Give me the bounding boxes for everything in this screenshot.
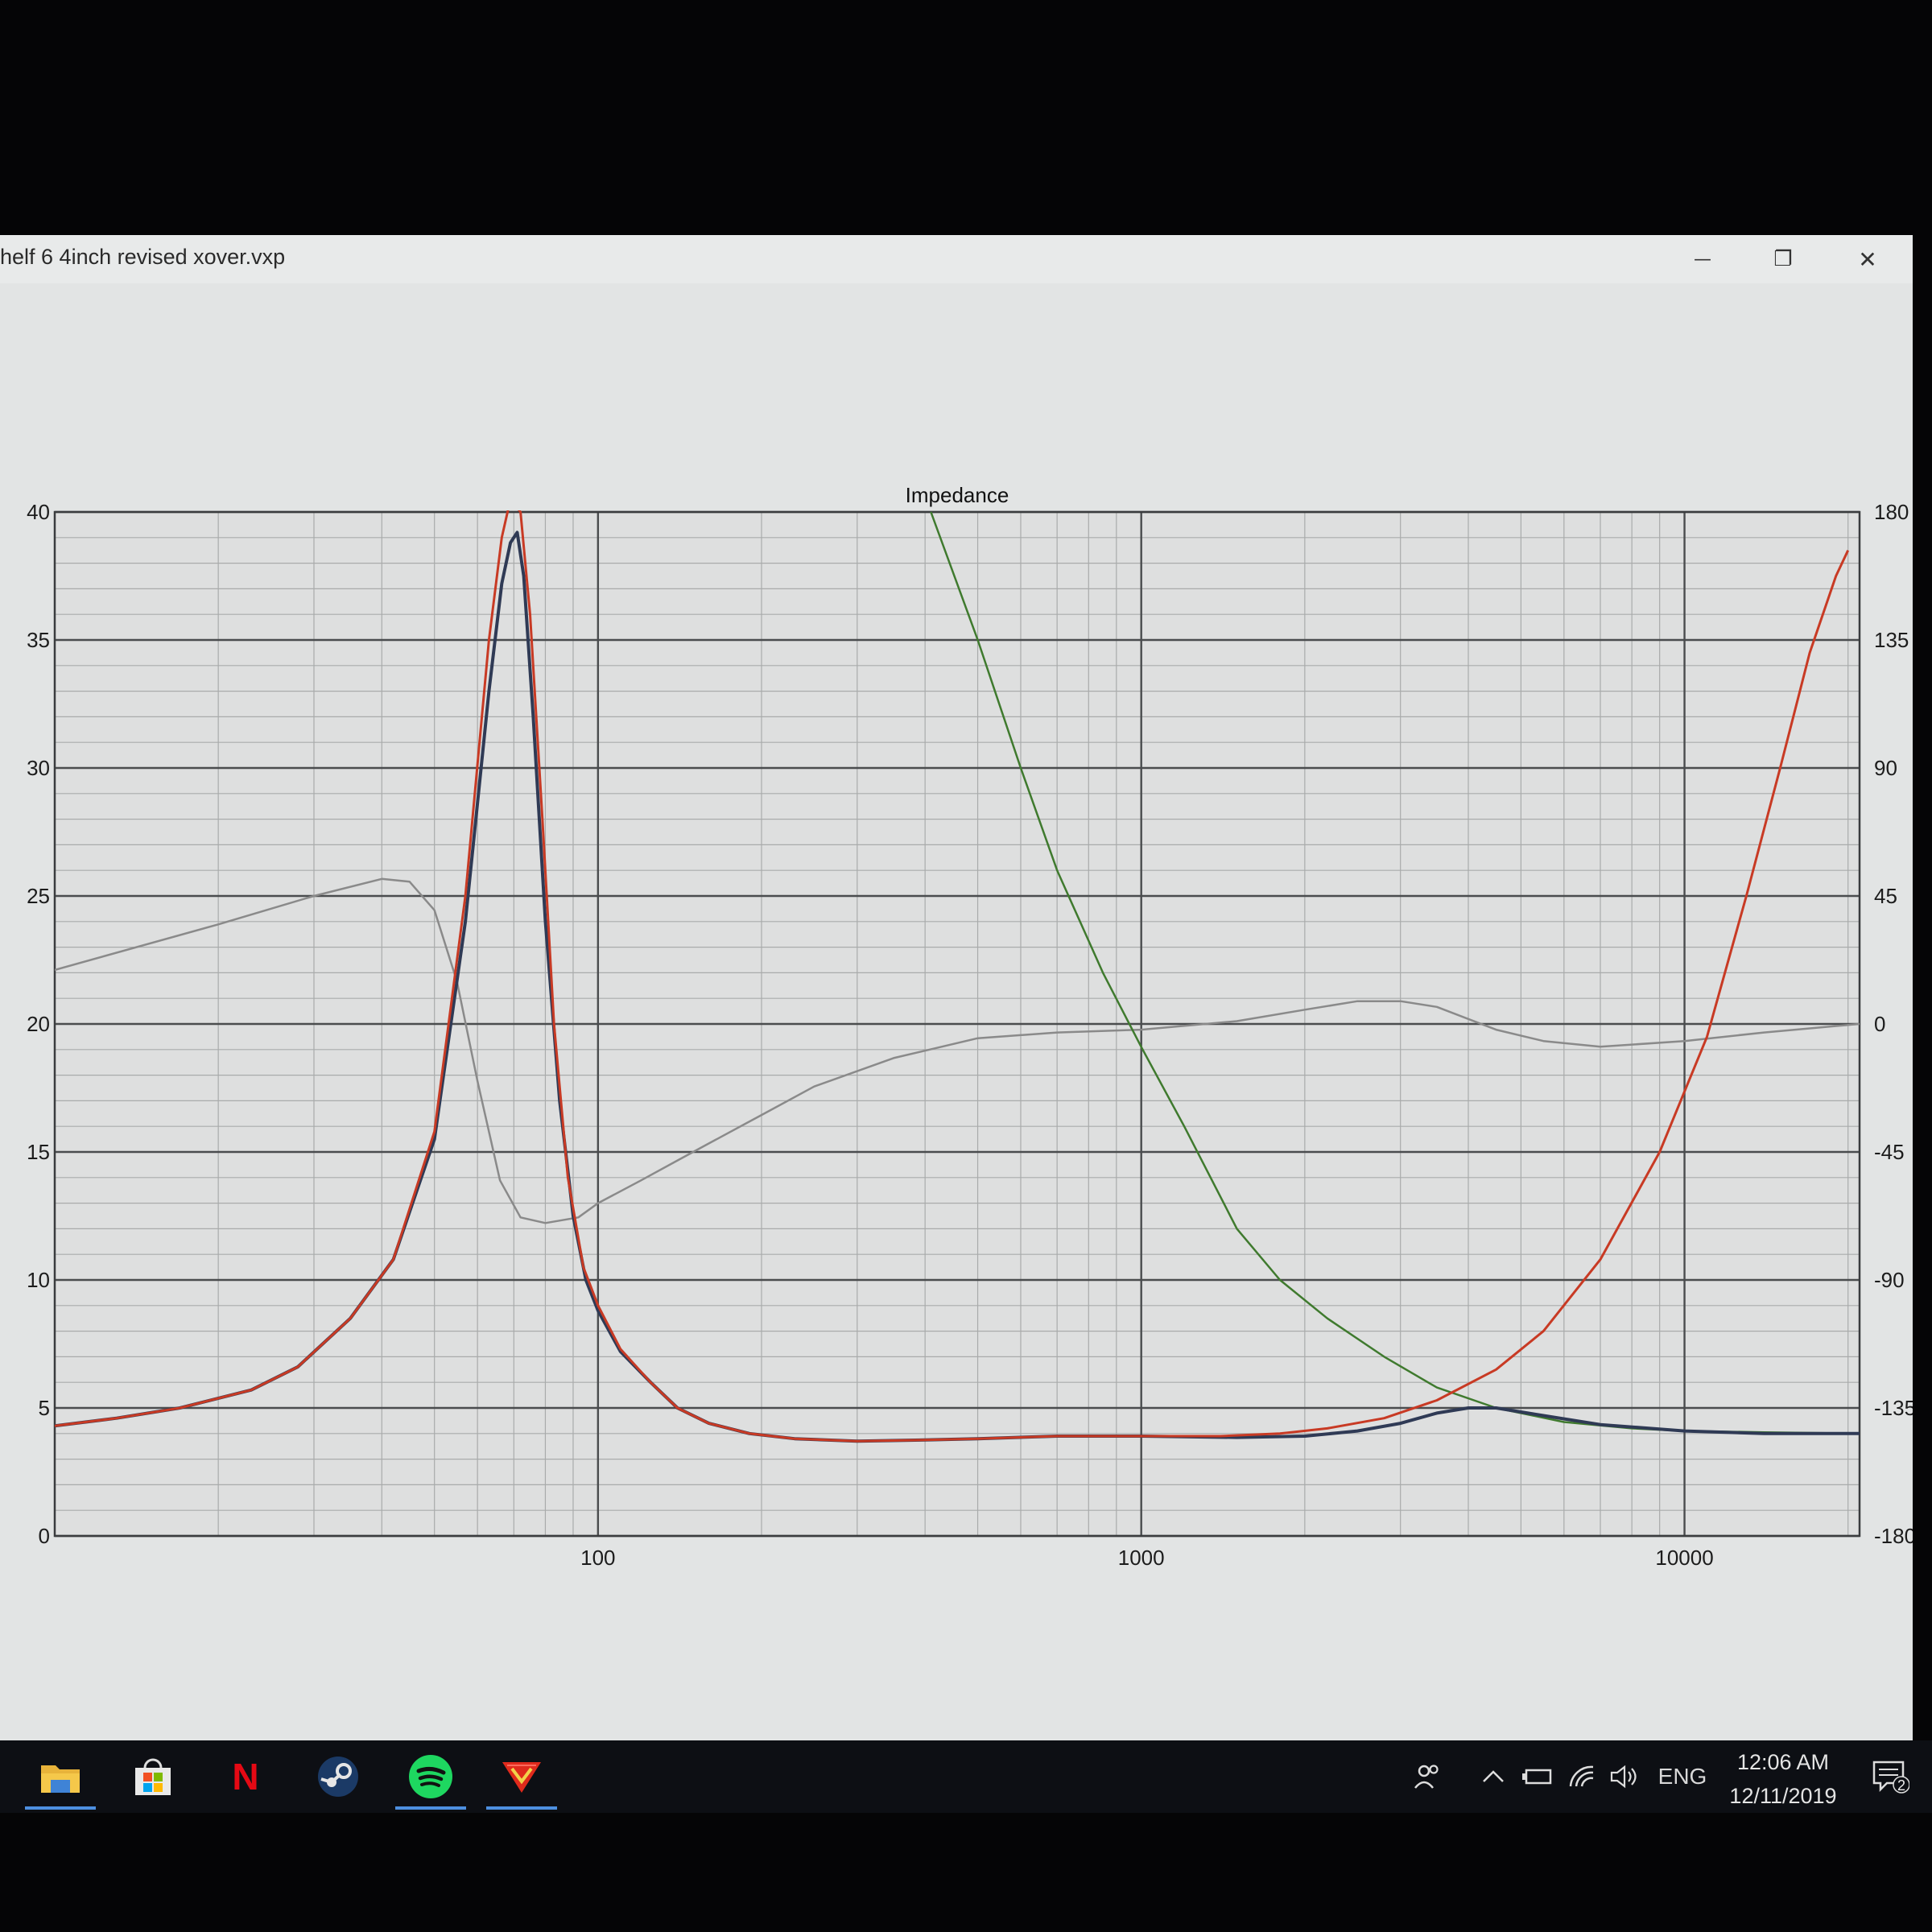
y-tick-label-right: 90 bbox=[1874, 756, 1897, 780]
taskbar: N ENG 12:06 AM 12/11/2019 2 bbox=[0, 1740, 1932, 1813]
netflix-icon: N bbox=[232, 1756, 259, 1798]
taskbar-spotify[interactable] bbox=[390, 1740, 471, 1813]
people-icon bbox=[1414, 1765, 1439, 1789]
battery-icon bbox=[1522, 1769, 1552, 1785]
x-tick-label: 10000 bbox=[1655, 1546, 1713, 1570]
impedance-chart: 0 5 10 15 20 25 30 35 40 -180 -135 -90 -45 0 45 90 135 18… bbox=[27, 483, 1913, 1570]
active-indicator bbox=[486, 1806, 557, 1810]
show-hidden-icons-button[interactable] bbox=[1473, 1740, 1513, 1813]
y-tick-label-right: 45 bbox=[1874, 884, 1897, 908]
taskbar-steam[interactable] bbox=[298, 1740, 378, 1813]
notification-count: 2 bbox=[1897, 1777, 1905, 1794]
clock[interactable]: 12:06 AM 12/11/2019 bbox=[1715, 1745, 1852, 1813]
y-tick-label-left: 20 bbox=[27, 1012, 50, 1036]
vituixcad-icon bbox=[502, 1762, 541, 1793]
folder-icon bbox=[41, 1765, 80, 1793]
active-indicator bbox=[25, 1806, 96, 1810]
y-tick-label-right: -90 bbox=[1874, 1268, 1905, 1292]
y-tick-label-left: 30 bbox=[27, 756, 50, 780]
taskbar-file-explorer[interactable] bbox=[20, 1740, 101, 1813]
clock-time: 12:06 AM bbox=[1736, 1750, 1830, 1774]
y-tick-label-right: 180 bbox=[1874, 500, 1909, 524]
y-tick-label-right: 135 bbox=[1874, 628, 1909, 652]
y-tick-label-left: 15 bbox=[27, 1140, 50, 1164]
app-window: helf 6 4inch revised xover.vxp — ❐ ✕ 051… bbox=[0, 235, 1913, 1740]
y-tick-label-left: 0 bbox=[39, 1524, 50, 1548]
y-tick-label-left: 25 bbox=[27, 884, 50, 908]
y-tick-label-right: 0 bbox=[1874, 1012, 1885, 1036]
y-tick-label-left: 40 bbox=[27, 500, 50, 524]
plot-area: 0 5 10 15 20 25 30 35 40 -180 -135 -90 -45 0 45 90 135 18… bbox=[27, 500, 1913, 1570]
y-tick-label-right: -45 bbox=[1874, 1140, 1905, 1164]
network-button[interactable] bbox=[1562, 1740, 1602, 1813]
x-tick-label: 1000 bbox=[1118, 1546, 1165, 1570]
taskbar-netflix[interactable]: N bbox=[205, 1740, 286, 1813]
y-tick-label-right: -180 bbox=[1874, 1524, 1913, 1548]
spotify-icon bbox=[409, 1755, 452, 1798]
clock-date: 12/11/2019 bbox=[1729, 1784, 1837, 1808]
chevron-up-icon bbox=[1483, 1770, 1504, 1782]
speaker-icon bbox=[1610, 1765, 1637, 1789]
chart-title: Impedance bbox=[906, 483, 1009, 507]
y-tick-label-left: 10 bbox=[27, 1268, 50, 1292]
people-button[interactable] bbox=[1405, 1740, 1450, 1813]
y-tick-label-left: 35 bbox=[27, 628, 50, 652]
volume-button[interactable] bbox=[1604, 1740, 1644, 1813]
steam-icon bbox=[318, 1757, 358, 1797]
battery-button[interactable] bbox=[1517, 1740, 1557, 1813]
action-center-button[interactable]: 2 bbox=[1866, 1740, 1914, 1813]
y-tick-label-left: 5 bbox=[39, 1396, 50, 1420]
taskbar-vituixcad[interactable] bbox=[481, 1740, 562, 1813]
x-tick-label: 100 bbox=[580, 1546, 615, 1570]
taskbar-store[interactable] bbox=[113, 1740, 193, 1813]
store-icon bbox=[135, 1758, 171, 1795]
language-indicator[interactable]: ENG bbox=[1650, 1740, 1715, 1813]
y-tick-label-right: -135 bbox=[1874, 1396, 1913, 1420]
notification-icon: 2 bbox=[1872, 1761, 1909, 1794]
active-indicator bbox=[395, 1806, 466, 1810]
wifi-icon bbox=[1569, 1765, 1594, 1787]
